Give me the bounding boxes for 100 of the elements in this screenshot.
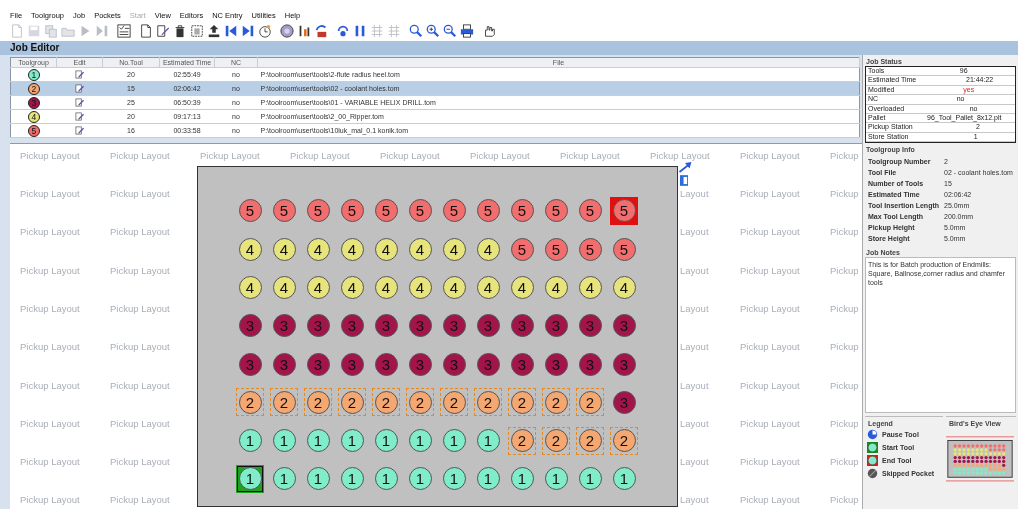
pocket[interactable]: 2: [610, 426, 638, 455]
trash-icon[interactable]: [173, 24, 187, 38]
pickup-label: Pickup Layout: [20, 456, 80, 468]
pickup-label: Pickup Layout: [20, 379, 80, 391]
pickup-label: Pickup Layout: [110, 149, 170, 161]
pickup-label: Pickup Layout: [110, 264, 170, 276]
clock-icon[interactable]: [258, 24, 272, 38]
pickup-label: Pickup Layout: [740, 379, 800, 391]
pocket[interactable]: 2: [576, 388, 604, 417]
checklist-icon[interactable]: [117, 24, 131, 38]
pickup-label: Pickup Layout: [110, 226, 170, 238]
edit-icon[interactable]: [75, 112, 84, 121]
hand-icon[interactable]: [482, 24, 496, 38]
pickup-label: Pickup Layout: [560, 149, 620, 161]
toolgroup-badge: 4: [27, 110, 40, 123]
pocket[interactable]: 1: [236, 464, 264, 493]
pocket[interactable]: 2: [508, 426, 536, 455]
edit-icon[interactable]: [156, 24, 170, 38]
frame-icon[interactable]: [190, 24, 204, 38]
pocket[interactable]: 2: [372, 388, 400, 417]
printer-icon[interactable]: [460, 24, 474, 38]
doc-icon[interactable]: [139, 24, 153, 38]
pickup-label: Pickup Layout: [110, 417, 170, 429]
pickup-label: Layout: [680, 417, 709, 429]
pickup-label: Pickup Layout: [20, 264, 80, 276]
pickup-label: Pickup Layout: [740, 303, 800, 314]
pickup-label: Pickup: [830, 456, 859, 468]
pickup-label: Pickup Layout: [110, 456, 170, 468]
pickup-label: Pickup Layout: [110, 188, 170, 200]
pickup-label: Pickup Layout: [740, 226, 800, 238]
pickup-label: Pickup Layout: [20, 188, 80, 200]
edit-icon[interactable]: [75, 84, 84, 93]
pickup-label: Pickup Layout: [740, 264, 800, 276]
pickup-label: Layout: [680, 379, 709, 391]
pickup-label: Pickup Layout: [20, 494, 80, 506]
pocket[interactable]: 2: [440, 388, 468, 417]
pickup-label: Pickup Layout: [650, 149, 710, 161]
pickup-label: Pickup Layout: [20, 149, 80, 161]
disc-icon[interactable]: [280, 24, 294, 38]
toolgroup-badge: 1: [27, 68, 40, 81]
zoom-out-icon[interactable]: [443, 24, 457, 38]
zoom-icon[interactable]: [409, 24, 423, 38]
edit-icon[interactable]: [75, 126, 84, 135]
pickup-label: Pickup Layout: [290, 149, 350, 161]
pause-tool-icon: [867, 429, 878, 441]
pocket[interactable]: 2: [474, 388, 502, 417]
pickup-label: Pickup Layout: [740, 494, 800, 506]
pocket[interactable]: 2: [236, 388, 264, 417]
bars-icon[interactable]: [297, 24, 311, 38]
pickup-label: Pickup Layout: [20, 417, 80, 429]
door-icon[interactable]: [680, 174, 688, 186]
pocket[interactable]: 2: [542, 426, 570, 455]
pickup-label: Pickup Layout: [380, 149, 440, 161]
pickup-label: Pickup Layout: [110, 303, 170, 314]
pickup-label: Pickup Layout: [20, 303, 80, 314]
pickup-label: Pickup: [830, 417, 859, 429]
pickup-label: Layout: [680, 264, 709, 276]
pickup-label: Layout: [680, 188, 709, 200]
pickup-label: Pickup: [830, 303, 859, 314]
pickup-label: Pickup: [830, 341, 859, 353]
pickup-label: Pickup: [830, 494, 859, 506]
panel-title: Job Editor: [0, 41, 1018, 55]
upload-icon[interactable]: [207, 24, 221, 38]
pickup-label: Pickup Layout: [470, 149, 530, 161]
pickup-label: Pickup: [830, 149, 859, 161]
pocket[interactable]: 2: [304, 388, 332, 417]
toolgroup-badge: 5: [27, 124, 40, 137]
pocket[interactable]: 2: [508, 388, 536, 417]
skipped-pocket-icon: [867, 468, 878, 480]
pickup-label: Pickup Layout: [740, 417, 800, 429]
arrow-icon[interactable]: [678, 161, 692, 173]
pickup-label: Pickup Layout: [740, 188, 800, 200]
edit-icon[interactable]: [75, 98, 84, 107]
pocket[interactable]: 2: [270, 388, 298, 417]
pickup-label: Pickup Layout: [200, 149, 260, 161]
pocket[interactable]: 2: [542, 388, 570, 417]
next-icon[interactable]: [241, 24, 255, 38]
pickup-label: Pickup: [830, 379, 859, 391]
pickup-label: Pickup Layout: [110, 494, 170, 506]
pickup-label: Pickup Layout: [20, 226, 80, 238]
pickup-label: Pickup: [830, 188, 859, 200]
pickup-label: Layout: [680, 303, 709, 314]
pause-icon[interactable]: [353, 24, 367, 38]
zoom-in-icon[interactable]: [426, 24, 440, 38]
pickup-label: Pickup Layout: [740, 341, 800, 353]
pocket[interactable]: 5: [610, 196, 638, 225]
pickup-label: Layout: [680, 341, 709, 353]
pickup-label: Layout: [680, 226, 709, 238]
pickup-label: Pickup Layout: [740, 149, 800, 161]
pickup-label: Pickup Layout: [20, 341, 80, 353]
pocket[interactable]: 2: [576, 426, 604, 455]
previous-icon[interactable]: [224, 24, 238, 38]
pickup-label: Layout: [680, 456, 709, 468]
pocket[interactable]: 2: [338, 388, 366, 417]
pickup-label: Layout: [680, 494, 709, 506]
edit-icon[interactable]: [75, 70, 84, 79]
pocket[interactable]: 2: [406, 388, 434, 417]
pickup-label: Pickup Layout: [740, 456, 800, 468]
pickup-label: Pickup Layout: [110, 341, 170, 353]
toolgroup-badge: 3: [27, 96, 40, 109]
